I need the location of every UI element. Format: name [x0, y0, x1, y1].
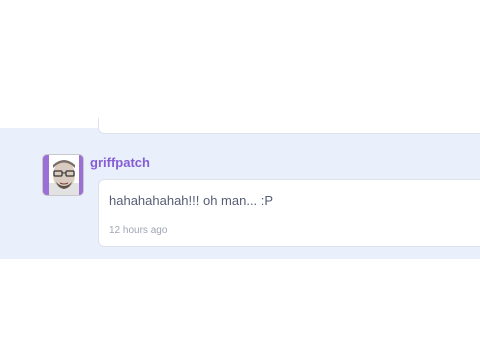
comments-page: griffpatch hahahahahah!!! oh man... :P 1…	[0, 0, 480, 360]
comment-timestamp: 12 hours ago	[109, 225, 168, 236]
previous-comment-bubble	[98, 118, 480, 134]
comment-username[interactable]: griffpatch	[90, 155, 150, 170]
comment-bubble: hahahahahah!!! oh man... :P 12 hours ago	[98, 179, 480, 247]
user-avatar[interactable]	[42, 154, 84, 196]
comment-text: hahahahahah!!! oh man... :P	[109, 193, 274, 208]
user-avatar-icon	[43, 155, 83, 195]
